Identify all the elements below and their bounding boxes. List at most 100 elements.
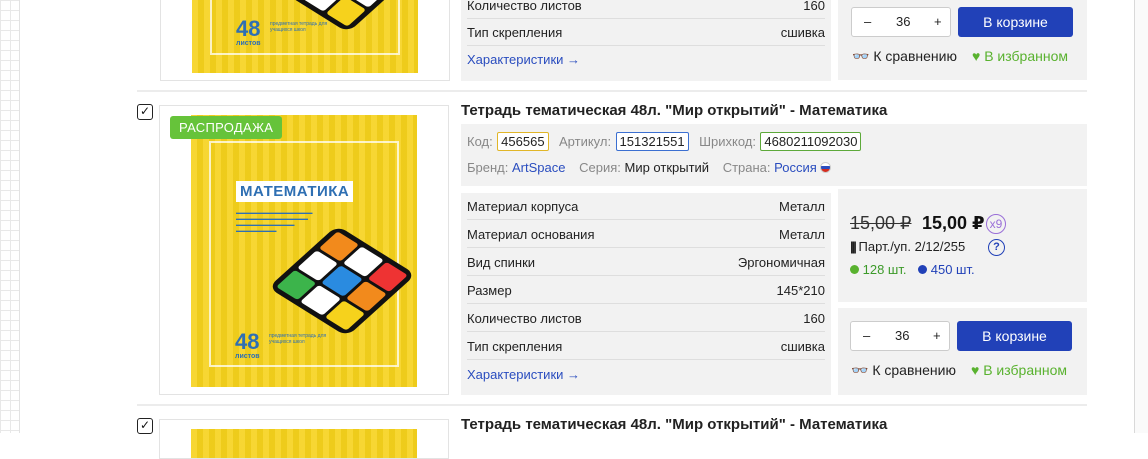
product-title[interactable]: Тетрадь тематическая 48л. "Мир открытий"… [461,102,887,119]
green-dot-icon [850,265,859,274]
cover-count: 48 [235,329,260,354]
spec-value: Металл [779,227,825,242]
product-image-frame[interactable]: 48 листов предметная тетрадь для учащихс… [160,0,450,81]
old-price: 15,00 ₽ [850,213,912,233]
spec-label: Вид спинки [467,255,536,270]
blue-dot-icon [918,265,928,274]
spec-row: Вид спинки Эргономичная [467,249,825,276]
help-icon[interactable]: ? [988,239,1005,256]
characteristics-link[interactable]: Характеристики → [467,367,580,382]
compare-button[interactable]: 👓 К сравнению [852,48,957,65]
heart-icon: ♥ [971,362,980,378]
compare-label: К сравнению [872,362,956,378]
cover-count-word: листов [235,353,260,360]
spec-label: Тип скрепления [467,339,563,354]
in-cart-button[interactable]: В корзине [958,7,1073,37]
spec-value: 160 [803,0,825,13]
glasses-icon: 👓 [852,48,870,64]
article-value[interactable]: 151321551 [615,132,689,151]
compare-button[interactable]: 👓 К сравнению [851,362,956,379]
in-cart-button[interactable]: В корзине [957,321,1072,351]
product-cover-image: МАТЕМАТИКА ▬▬▬▬▬▬▬▬▬▬▬▬▬▬▬▬▬ ▬▬▬▬▬▬▬▬▬▬▬▬… [191,115,417,387]
increment-button[interactable]: + [934,14,942,29]
cart-box: – 36 + В корзине 👓 К сравнению ♥ В избра… [838,0,1087,80]
cover-count-word: листов [236,40,261,47]
product-info-box: Код: 456565 Артикул: 151321551 Шрихкод: … [461,124,1087,186]
cover-subject: МАТЕМАТИКА [236,181,354,202]
heart-icon: ♥ [972,48,981,64]
divider [137,404,1087,406]
product-image-frame[interactable]: МАТЕМАТИКА ▬▬▬▬▬▬▬▬▬▬▬▬▬▬▬▬▬ ▬▬▬▬▬▬▬▬▬▬▬▬… [159,105,449,395]
brand-label: Бренд: [467,160,509,175]
spec-label: Количество листов [467,0,582,13]
series-label: Серия: [579,160,621,175]
favorite-button[interactable]: ♥ В избранном [972,48,1068,64]
cover-description: ▬▬▬▬▬▬▬▬▬▬▬▬▬▬▬▬▬ ▬▬▬▬▬▬▬▬▬▬▬▬▬▬▬▬ ▬▬▬▬▬▬▬… [236,210,313,233]
cart-box: – 36 + В корзине 👓 К сравнению ♥ В избра… [838,308,1087,395]
cover-count: 48 [236,16,261,41]
country-link[interactable]: Россия [774,160,817,175]
spec-row: Тип скрепления сшивка [467,333,825,360]
spec-value: Металл [779,199,825,214]
favorite-button[interactable]: ♥ В избранном [971,362,1067,378]
scrollbar[interactable] [1134,0,1148,433]
stock-info: 128 шт. 450 шт. [850,262,975,277]
favorite-label: В избранном [983,362,1067,378]
spec-value: Эргономичная [737,255,825,270]
product-title[interactable]: Тетрадь тематическая 48л. "Мир открытий"… [461,416,887,433]
stock-green: 128 шт. [862,262,907,277]
spec-value: 160 [803,311,825,326]
favorite-label: В избранном [984,48,1068,64]
product-cover-image: 48 листов предметная тетрадь для учащихс… [192,0,418,73]
spec-row: Количество листов 160 [467,0,825,19]
cover-small-text: предметная тетрадь для учащихся школ [269,333,327,345]
left-gutter [0,0,20,433]
compare-label: К сравнению [873,48,957,64]
spec-row: Тип скрепления сшивка [467,19,825,46]
stock-blue: 450 шт. [930,262,975,277]
select-checkbox[interactable]: ✓ [137,104,153,120]
spec-value: 145*210 [776,283,825,298]
increment-button[interactable]: + [933,328,941,343]
specs-table: Материал корпуса Металл Материал основани… [461,193,831,395]
spec-row: Количество листов 160 [467,305,825,332]
russia-flag-icon [820,162,832,173]
quantity-stepper[interactable]: – 36 + [851,7,951,37]
series-value: Мир открытий [624,160,710,175]
article-label: Артикул: [559,134,612,149]
spec-row: Размер 145*210 [467,277,825,304]
barcode-bars-icon: ||| [850,239,857,254]
quantity-stepper[interactable]: – 36 + [850,321,950,351]
country-label: Страна: [722,160,771,175]
glasses-icon: 👓 [851,362,869,378]
current-price: 15,00 ₽ [922,213,985,233]
price-box: 15,00 ₽ 15,00 ₽ x9 ||| Парт./уп. 2/12/25… [838,189,1087,302]
sale-badge: РАСПРОДАЖА [170,116,283,139]
quantity-value[interactable]: 36 [896,14,910,29]
spec-row: Материал основания Металл [467,221,825,248]
pack-label: Парт./уп. 2/12/255 [858,239,966,254]
attributes-row: Бренд: ArtSpace Серия: Мир открытий Стра… [467,160,832,175]
spec-label: Материал основания [467,227,595,242]
barcode-value[interactable]: 4680211092030 [760,132,862,151]
decrement-button[interactable]: – [864,14,871,29]
cover-small-text: предметная тетрадь для учащихся школ [270,21,328,33]
spec-label: Размер [467,283,512,298]
spec-label: Тип скрепления [467,25,563,40]
barcode-label: Шрихкод: [699,134,756,149]
code-label: Код: [467,134,493,149]
codes-row: Код: 456565 Артикул: 151321551 Шрихкод: … [467,132,862,151]
spec-label: Материал корпуса [467,199,579,214]
spec-label: Количество листов [467,311,582,326]
brand-link[interactable]: ArtSpace [512,160,565,175]
product-image-frame[interactable] [159,419,449,459]
quantity-value[interactable]: 36 [895,328,909,343]
multiplier-badge[interactable]: x9 [986,214,1006,234]
code-value[interactable]: 456565 [497,132,549,151]
spec-value: сшивка [780,339,825,354]
select-checkbox[interactable]: ✓ [137,418,153,434]
characteristics-link[interactable]: Характеристики → [467,52,580,67]
product-cover-image [191,429,417,458]
decrement-button[interactable]: – [863,328,870,343]
spec-row: Материал корпуса Металл [467,193,825,220]
